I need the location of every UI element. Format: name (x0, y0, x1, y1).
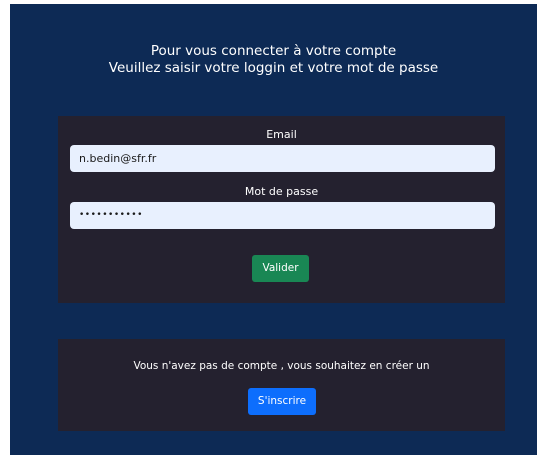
intro-line-2: Veuillez saisir votre loggin et votre mo… (108, 60, 439, 76)
login-intro: Pour vous connecter à votre compte Veuil… (10, 43, 537, 77)
email-label: Email (266, 128, 297, 141)
page-background: Pour vous connecter à votre compte Veuil… (10, 4, 537, 455)
submit-button[interactable]: Valider (252, 255, 309, 282)
password-label: Mot de passe (244, 185, 319, 198)
password-input[interactable]: ••••••••••• (70, 202, 495, 229)
signup-prompt: Vous n'avez pas de compte , vous souhait… (133, 360, 430, 372)
email-input[interactable]: n.bedin@sfr.fr (70, 145, 495, 172)
signup-button[interactable]: S'inscrire (248, 388, 316, 415)
intro-line-1: Pour vous connecter à votre compte (150, 43, 397, 59)
login-form: Email n.bedin@sfr.fr Mot de passe ••••••… (58, 116, 505, 303)
signup-card: Vous n'avez pas de compte , vous souhait… (58, 339, 505, 431)
